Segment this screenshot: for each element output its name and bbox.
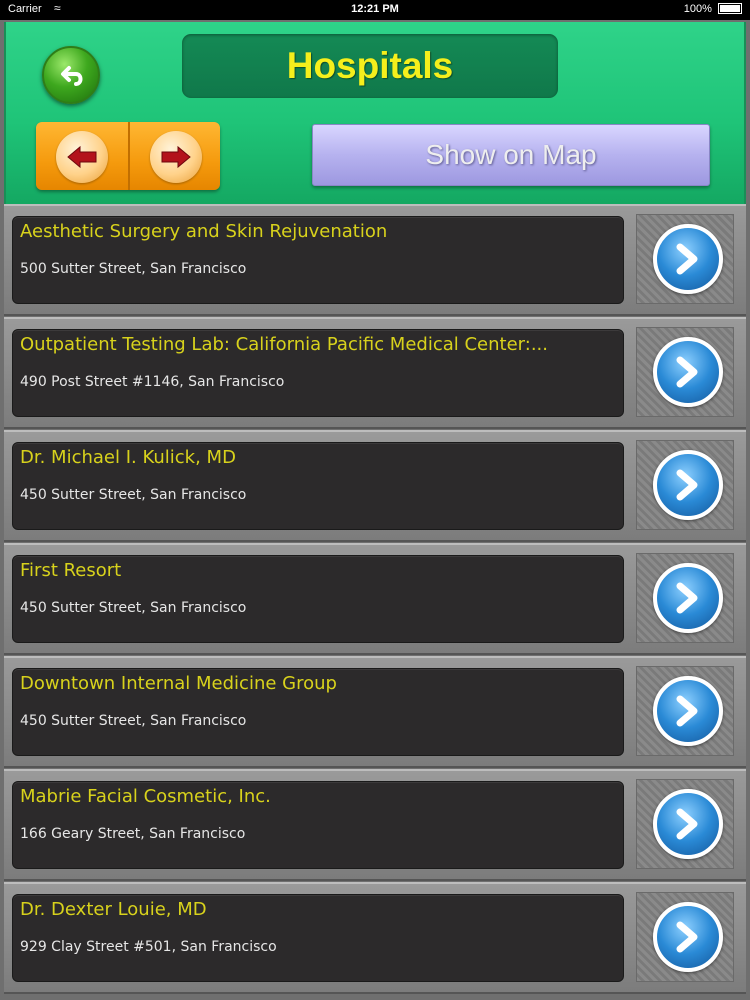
list-item-card[interactable]: Dr. Dexter Louie, MD 929 Clay Street #50… [12, 894, 624, 982]
list-item-card[interactable]: Aesthetic Surgery and Skin Rejuvenation … [12, 216, 624, 304]
detail-button-area [636, 666, 734, 756]
chevron-right-icon [676, 582, 698, 614]
list-item-address: 450 Sutter Street, San Francisco [20, 713, 247, 729]
detail-button[interactable] [653, 789, 723, 859]
list-item[interactable]: Dr. Michael I. Kulick, MD 450 Sutter Str… [4, 430, 746, 542]
battery-percent: 100% [683, 3, 712, 15]
list-item[interactable]: Mabrie Facial Cosmetic, Inc. 166 Geary S… [4, 769, 746, 881]
list-item-title: First Resort [20, 560, 122, 581]
list-item[interactable]: Downtown Internal Medicine Group 450 Sut… [4, 656, 746, 768]
chevron-right-icon [676, 695, 698, 727]
list-item-title: Dr. Dexter Louie, MD [20, 899, 207, 920]
detail-button-area [636, 440, 734, 530]
list-item-card[interactable]: Mabrie Facial Cosmetic, Inc. 166 Geary S… [12, 781, 624, 869]
list-item-address: 490 Post Street #1146, San Francisco [20, 374, 285, 390]
chevron-right-icon [676, 469, 698, 501]
show-on-map-button[interactable]: Show on Map [312, 124, 710, 186]
list-item[interactable]: Aesthetic Surgery and Skin Rejuvenation … [4, 204, 746, 316]
back-arrow-icon [61, 66, 83, 86]
status-bar: Carrier ≈ 12:21 PM 100% [0, 0, 750, 20]
detail-button[interactable] [653, 337, 723, 407]
next-button[interactable] [150, 131, 202, 183]
list-item[interactable]: Outpatient Testing Lab: California Pacif… [4, 317, 746, 429]
back-button[interactable] [42, 46, 100, 104]
chevron-right-icon [676, 243, 698, 275]
list-item[interactable]: First Resort 450 Sutter Street, San Fran… [4, 543, 746, 655]
detail-button-area [636, 553, 734, 643]
battery-icon [718, 3, 742, 14]
chevron-right-icon [676, 808, 698, 840]
chevron-right-icon [676, 356, 698, 388]
detail-button[interactable] [653, 902, 723, 972]
right-arrow-icon [161, 145, 191, 169]
pager-buttons [36, 122, 220, 190]
list-item-title: Dr. Michael I. Kulick, MD [20, 447, 236, 468]
show-on-map-label: Show on Map [425, 139, 597, 170]
battery-status: 100% [684, 3, 742, 15]
detail-button-area [636, 892, 734, 982]
detail-button-area [636, 779, 734, 869]
clock: 12:21 PM [351, 3, 399, 15]
list-item-title: Mabrie Facial Cosmetic, Inc. [20, 786, 271, 807]
detail-button-area [636, 327, 734, 417]
list-item-title: Outpatient Testing Lab: California Pacif… [20, 334, 548, 355]
previous-button[interactable] [56, 131, 108, 183]
list-item-card[interactable]: Outpatient Testing Lab: California Pacif… [12, 329, 624, 417]
header: Hospitals Show on Map [4, 22, 746, 204]
list-item-card[interactable]: Downtown Internal Medicine Group 450 Sut… [12, 668, 624, 756]
detail-button[interactable] [653, 563, 723, 633]
detail-button[interactable] [653, 676, 723, 746]
page-title: Hospitals [286, 45, 454, 86]
title-box: Hospitals [182, 34, 558, 98]
detail-button-area [636, 214, 734, 304]
list-item-address: 929 Clay Street #501, San Francisco [20, 939, 277, 955]
list-item-title: Aesthetic Surgery and Skin Rejuvenation [20, 221, 388, 242]
list-item-address: 450 Sutter Street, San Francisco [20, 487, 247, 503]
chevron-right-icon [676, 921, 698, 953]
list-item-address: 166 Geary Street, San Francisco [20, 826, 246, 842]
hospital-list: Aesthetic Surgery and Skin Rejuvenation … [4, 204, 746, 1000]
list-item-title: Downtown Internal Medicine Group [20, 673, 337, 694]
list-item-address: 500 Sutter Street, San Francisco [20, 261, 247, 277]
pager-divider [128, 122, 130, 190]
list-item-address: 450 Sutter Street, San Francisco [20, 600, 247, 616]
list-item-card[interactable]: Dr. Michael I. Kulick, MD 450 Sutter Str… [12, 442, 624, 530]
left-arrow-icon [67, 145, 97, 169]
list-item-card[interactable]: First Resort 450 Sutter Street, San Fran… [12, 555, 624, 643]
list-item[interactable]: Dr. Dexter Louie, MD 929 Clay Street #50… [4, 882, 746, 994]
detail-button[interactable] [653, 224, 723, 294]
detail-button[interactable] [653, 450, 723, 520]
